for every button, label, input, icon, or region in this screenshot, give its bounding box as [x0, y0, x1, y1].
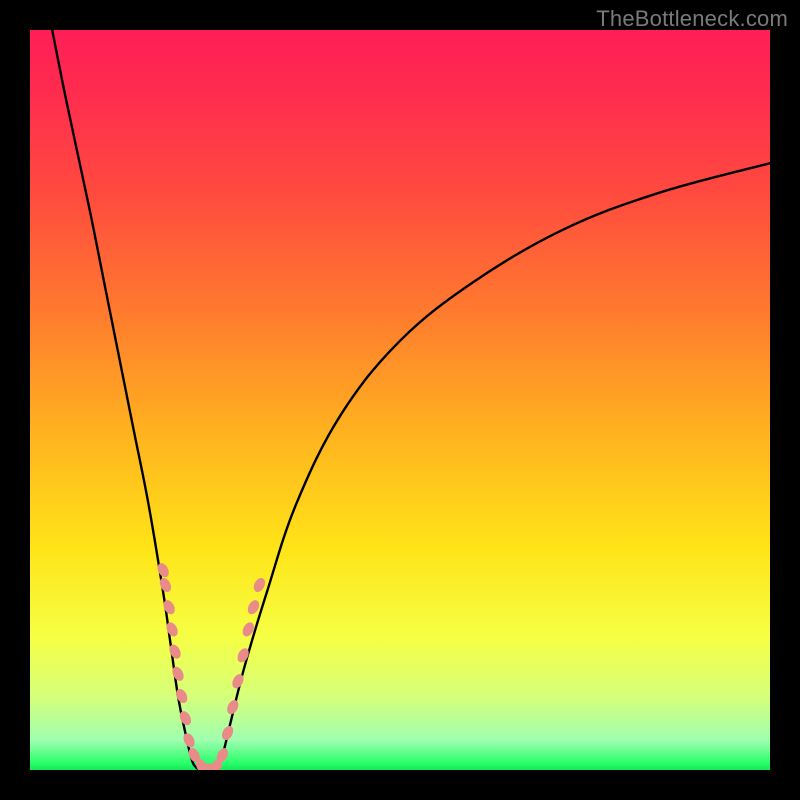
curve-left-branch	[52, 30, 200, 770]
valley-marker	[220, 724, 236, 742]
valley-marker	[170, 665, 186, 683]
valley-marker	[225, 698, 241, 716]
watermark-text: TheBottleneck.com	[596, 6, 788, 32]
curve-right-branch	[215, 163, 770, 770]
outer-frame: TheBottleneck.com	[0, 0, 800, 800]
curve-layer	[30, 30, 770, 770]
valley-marker	[181, 731, 197, 749]
plot-area	[30, 30, 770, 770]
valley-marker	[251, 576, 267, 594]
valley-marker	[167, 643, 183, 661]
